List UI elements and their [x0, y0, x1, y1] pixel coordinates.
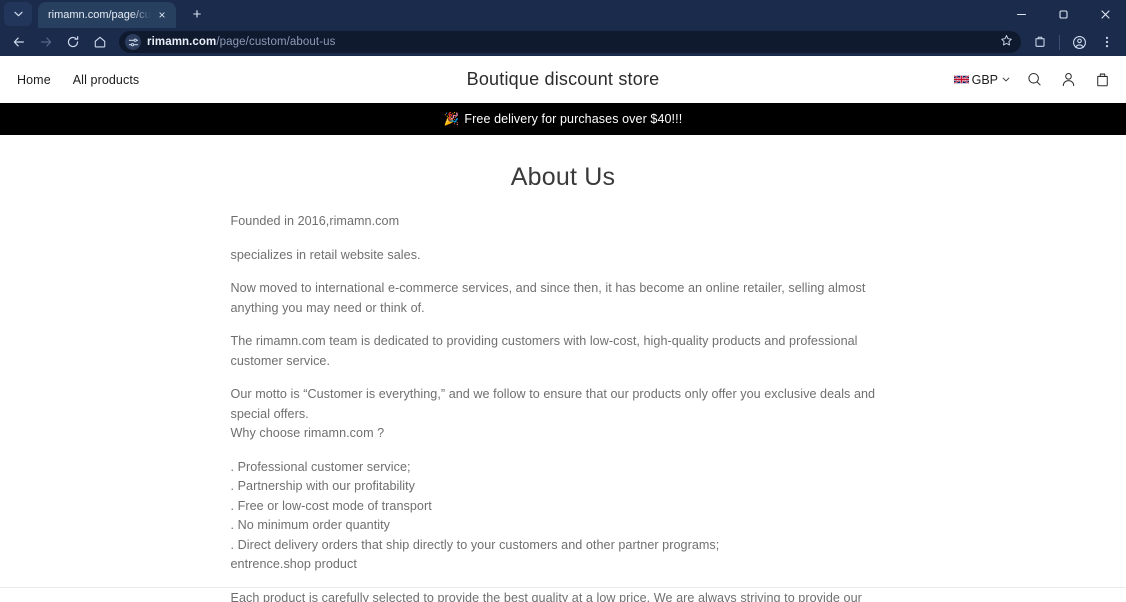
footer-divider [0, 587, 1126, 588]
party-popper-icon: 🎉 [443, 111, 460, 126]
paragraph: Our motto is “Customer is everything,” a… [230, 387, 876, 440]
tab-search-chevron-down-icon[interactable] [4, 2, 32, 26]
search-icon[interactable] [1024, 70, 1044, 90]
window-maximize-button[interactable] [1042, 0, 1084, 28]
header-actions: GBP [953, 70, 1112, 90]
currency-code: GBP [971, 72, 998, 87]
paragraph: The rimamn.com team is dedicated to prov… [230, 334, 858, 368]
page-title: About Us [510, 163, 616, 191]
paragraph: Founded in 2016,rimamn.com [230, 214, 400, 228]
paragraph: specializes in retail website sales. [230, 247, 421, 262]
profile-avatar-icon[interactable] [1066, 30, 1092, 54]
address-bar-domain: rimamn.com [147, 36, 217, 48]
reload-icon[interactable] [60, 30, 86, 54]
paragraph: Now moved to international e-commerce se… [230, 281, 866, 315]
tab-strip: rimamn.com/page/custom/abo × + [0, 0, 1126, 28]
new-tab-button[interactable]: + [184, 1, 210, 27]
home-icon[interactable] [87, 30, 113, 54]
site-header: Home All products Boutique discount stor… [0, 56, 1126, 103]
account-icon[interactable] [1058, 70, 1078, 90]
uk-flag-icon [953, 75, 969, 84]
address-bar[interactable]: rimamn.com/page/custom/about-us [119, 31, 1021, 53]
address-bar-path: /page/custom/about-us [216, 36, 336, 48]
tab-close-icon[interactable]: × [154, 7, 170, 23]
site-navigation: Home All products [14, 73, 139, 87]
toolbar-actions [1027, 30, 1120, 54]
page-viewport: Home All products Boutique discount stor… [0, 56, 1126, 602]
forward-arrow-icon[interactable] [33, 30, 59, 54]
tab-title: rimamn.com/page/custom/abo [48, 9, 154, 21]
about-us-body: Founded in 2016,rimamn.com specializes i… [230, 212, 897, 602]
three-dot-menu-icon[interactable] [1094, 30, 1120, 54]
nav-link-all-products[interactable]: All products [73, 73, 140, 87]
window-minimize-button[interactable] [1000, 0, 1042, 28]
window-close-button[interactable] [1084, 0, 1126, 28]
address-bar-url: rimamn.com/page/custom/about-us [147, 36, 335, 48]
browser-toolbar: rimamn.com/page/custom/about-us [0, 28, 1126, 56]
browser-window: rimamn.com/page/custom/abo × + [0, 0, 1126, 602]
back-arrow-icon[interactable] [6, 30, 32, 54]
site-settings-tune-icon[interactable] [125, 34, 141, 50]
browser-tab[interactable]: rimamn.com/page/custom/abo × [38, 2, 176, 28]
benefits-list: . Professional customer service;. Partne… [230, 459, 720, 572]
chevron-down-icon [1002, 76, 1010, 84]
bookmark-star-icon[interactable] [994, 34, 1013, 50]
window-controls [1000, 0, 1126, 28]
currency-selector[interactable]: GBP [953, 72, 1010, 87]
cart-bag-icon[interactable] [1092, 70, 1112, 90]
announcement-bar: 🎉 Free delivery for purchases over $40!!… [0, 103, 1126, 135]
paragraph: Each product is carefully selected to pr… [230, 590, 862, 602]
toolbar-divider [1059, 34, 1060, 50]
split-view-icon[interactable] [1027, 30, 1053, 54]
main-content: About Us Founded in 2016,rimamn.com spec… [0, 135, 1126, 602]
nav-link-home[interactable]: Home [17, 73, 51, 87]
announcement-text: Free delivery for purchases over $40!!! [464, 112, 683, 126]
